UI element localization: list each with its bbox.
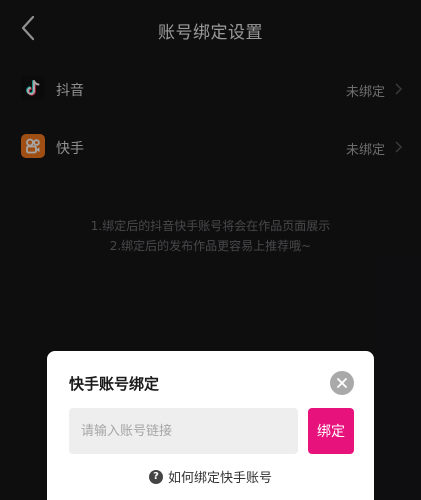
bind-button[interactable]: 绑定 <box>308 408 354 454</box>
help-label: 如何绑定快手账号 <box>167 471 272 486</box>
question-circle-icon: ? <box>148 469 163 484</box>
account-link-input[interactable] <box>69 408 298 454</box>
dialog-title: 快手账号绑定 <box>69 375 160 393</box>
close-icon <box>337 378 347 388</box>
kuaishou-bind-dialog: 快手账号绑定 绑定 ? 如何绑定快手账号 <box>47 351 374 500</box>
how-to-bind-link[interactable]: ? 如何绑定快手账号 <box>47 467 374 486</box>
close-button[interactable] <box>330 371 354 395</box>
